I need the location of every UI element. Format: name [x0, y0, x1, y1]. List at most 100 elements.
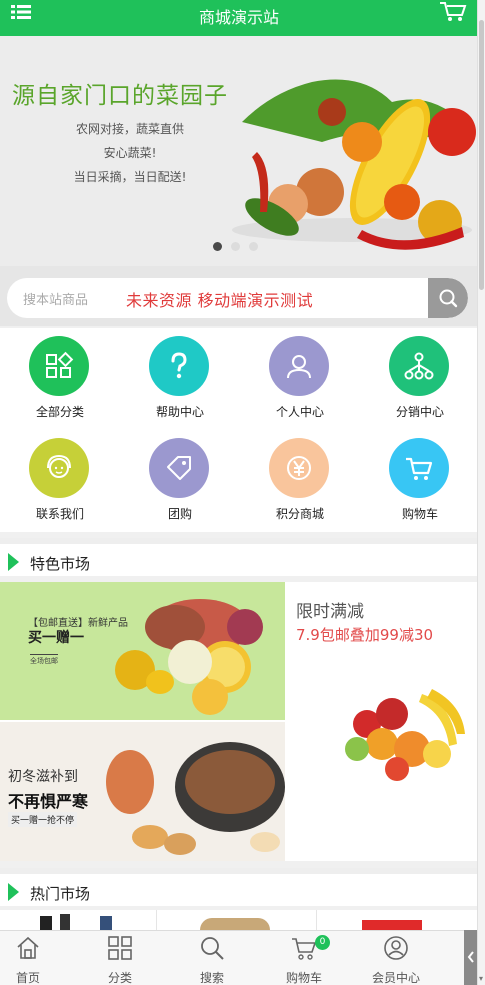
- promo-card-winter[interactable]: 初冬滋补到 不再惧严寒 买一赠一抢不停: [0, 722, 285, 861]
- category-icon: [108, 936, 132, 960]
- shopping-cart-icon[interactable]: [438, 0, 468, 24]
- search-button[interactable]: [428, 278, 468, 318]
- nav-circle: [29, 438, 89, 498]
- featured-market: 【包邮直送】新鲜产品 买一赠一 全场包邮 初冬滋补到 不再惧严寒 买一赠一抢不停: [0, 582, 478, 861]
- banner-line-2: 安心蔬菜!: [103, 146, 157, 160]
- tag-icon: [167, 456, 191, 480]
- nav-label: 团购: [167, 507, 192, 521]
- divider: [156, 910, 157, 930]
- promo-card-discount[interactable]: 限时满减 7.9包邮叠加99减30: [287, 582, 478, 861]
- tab-home[interactable]: 首页: [0, 933, 68, 985]
- promo-note: 买一赠一抢不停: [8, 812, 78, 827]
- nav-label: 帮助中心: [155, 405, 204, 419]
- product-thumb[interactable]: [100, 916, 112, 930]
- promo-note: 全场包邮: [30, 654, 58, 666]
- promo-subtitle: 7.9包邮叠加99减30: [296, 626, 434, 644]
- banner-dot[interactable]: [213, 242, 222, 251]
- feature-nav-grid: 全部分类 帮助中心 个人中心 分销中心 联系我们 团购 积分商城 购物车: [0, 328, 478, 532]
- tab-member-center[interactable]: 会员中心: [356, 933, 436, 985]
- banner-line-1: 农网对接，蔬菜直供: [75, 122, 184, 136]
- banner-line-3: 当日采摘，当日配送!: [73, 170, 187, 184]
- tab-category[interactable]: 分类: [80, 933, 160, 985]
- nav-label: 积分商城: [275, 507, 324, 521]
- hero-banner[interactable]: 源自家门口的菜园子 农网对接，蔬菜直供 安心蔬菜! 当日采摘，当日配送!: [0, 36, 478, 266]
- search-promo-text: 未来资源 移动端演示测试: [126, 291, 314, 310]
- scroll-down-arrow-icon[interactable]: ▾: [479, 974, 483, 983]
- tab-search[interactable]: 搜索: [172, 933, 252, 985]
- nav-points-mall[interactable]: 积分商城: [240, 430, 360, 530]
- promo-title: 限时满减: [296, 602, 364, 622]
- nav-circle: [149, 336, 209, 396]
- tab-label: 会员中心: [371, 971, 420, 985]
- search-icon: [439, 289, 458, 308]
- product-thumb[interactable]: [200, 918, 270, 930]
- member-icon: [384, 936, 408, 960]
- nav-circle: [29, 336, 89, 396]
- product-thumb[interactable]: [60, 914, 70, 930]
- nav-group-buy[interactable]: 团购: [120, 430, 240, 530]
- tab-label: 购物车: [285, 971, 322, 985]
- nav-circle: [269, 336, 329, 396]
- banner-dot[interactable]: [231, 242, 240, 251]
- tab-cart[interactable]: 0 购物车: [264, 933, 344, 985]
- promo-title: 买一赠一: [28, 630, 84, 646]
- yen-icon: [287, 456, 311, 480]
- banner-headline: 源自家门口的菜园子: [12, 83, 228, 109]
- product-thumb[interactable]: [362, 920, 422, 930]
- scrollbar-thumb[interactable]: [479, 20, 484, 290]
- app-root: 商城演示站 源自家门口的菜园子 农网对接，蔬菜直供 安心蔬菜! 当日采摘，当日配…: [0, 0, 485, 985]
- tab-label: 分类: [107, 971, 132, 985]
- fruit-image: [115, 599, 263, 715]
- tab-label: 首页: [15, 971, 40, 985]
- section-flag-icon: [8, 553, 19, 571]
- nav-label: 联系我们: [35, 507, 84, 521]
- section-hot-header: 热门市场: [0, 868, 478, 906]
- page-scrollbar[interactable]: ▾: [477, 0, 485, 985]
- product-thumb[interactable]: [40, 916, 52, 930]
- grid-shapes-icon: [46, 351, 74, 378]
- nav-distribution-center[interactable]: 分销中心: [360, 328, 480, 428]
- hot-market-products[interactable]: [0, 910, 478, 930]
- page-title: 商城演示站: [198, 8, 279, 27]
- nav-all-categories[interactable]: 全部分类: [0, 328, 120, 428]
- search-bar: 搜本站商品 未来资源 移动端演示测试: [0, 266, 478, 326]
- nav-label: 分销中心: [395, 405, 444, 419]
- promo-line-1: 初冬滋补到: [8, 769, 78, 785]
- service-agent-icon: [47, 454, 71, 478]
- banner-dot[interactable]: [249, 242, 258, 251]
- nav-label: 个人中心: [275, 405, 324, 419]
- section-title: 特色市场: [30, 555, 91, 573]
- nav-circle: [389, 438, 449, 498]
- user-icon: [287, 355, 311, 379]
- side-back-button[interactable]: [464, 930, 478, 985]
- nav-shopping-cart[interactable]: 购物车: [360, 430, 480, 530]
- food-image: [106, 742, 285, 855]
- section-title: 热门市场: [30, 885, 91, 903]
- divider: [316, 910, 317, 930]
- nav-personal-center[interactable]: 个人中心: [240, 328, 360, 428]
- search-input[interactable]: 搜本站商品 未来资源 移动端演示测试: [7, 278, 468, 318]
- nav-circle: [269, 438, 329, 498]
- nav-contact-us[interactable]: 联系我们: [0, 430, 120, 530]
- promo-line-2: 不再惧严寒: [8, 792, 89, 811]
- section-flag-icon: [8, 883, 19, 901]
- nav-label: 购物车: [401, 507, 438, 521]
- nav-label: 全部分类: [35, 405, 84, 419]
- banner-pagination: [213, 242, 258, 251]
- nav-circle: [389, 336, 449, 396]
- fruit-basket-image: [345, 689, 465, 781]
- network-icon: [404, 352, 434, 380]
- search-placeholder: 搜本站商品: [23, 293, 89, 308]
- home-icon: [17, 936, 39, 959]
- question-icon: [171, 352, 187, 379]
- cart-icon: [406, 457, 433, 480]
- chevron-left-icon: [467, 951, 474, 963]
- top-header: 商城演示站: [0, 0, 478, 36]
- nav-help-center[interactable]: 帮助中心: [120, 328, 240, 428]
- nav-circle: [149, 438, 209, 498]
- tab-label: 搜索: [199, 971, 224, 985]
- vegetables-image: [232, 79, 476, 250]
- section-featured-header: 特色市场: [0, 538, 478, 576]
- promo-card-fruit[interactable]: 【包邮直送】新鲜产品 买一赠一 全场包邮: [0, 582, 285, 720]
- search-icon: [201, 937, 224, 960]
